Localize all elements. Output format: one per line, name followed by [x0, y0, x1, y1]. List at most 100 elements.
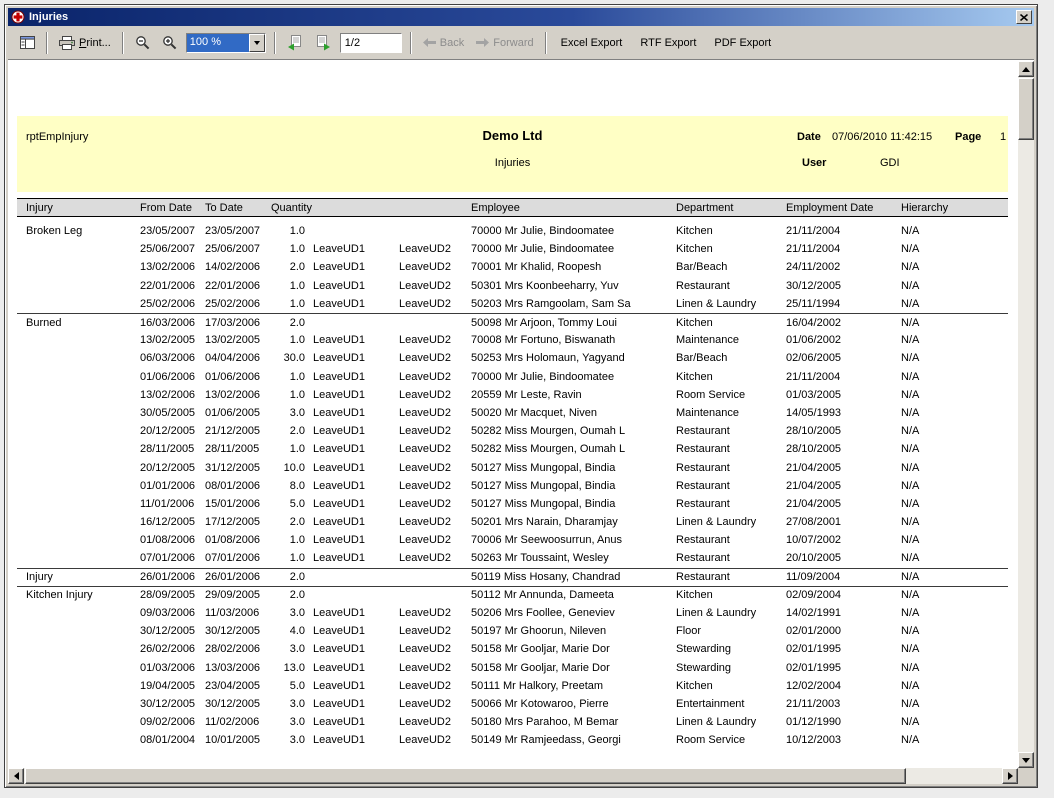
cell-hierarchy: N/A — [901, 734, 1008, 746]
horizontal-scroll-thumb[interactable] — [25, 768, 906, 784]
cell-employee: 50127 Miss Mungopal, Bindia — [471, 498, 676, 510]
page-label: Page — [955, 131, 981, 143]
cell-quantity: 3.0 — [271, 643, 313, 655]
cell-leave-ud2: LeaveUD2 — [399, 698, 471, 710]
vertical-scroll-thumb[interactable] — [1018, 78, 1034, 140]
cell-employee: 50263 Mr Toussaint, Wesley — [471, 552, 676, 564]
cell-injury: Burned — [26, 317, 140, 329]
group-tree-button[interactable] — [15, 31, 40, 55]
cell-from-date: 25/02/2006 — [140, 298, 205, 310]
prev-page-button[interactable] — [282, 31, 308, 55]
cell-department: Linen & Laundry — [676, 298, 786, 310]
table-row: 30/12/200530/12/20054.0LeaveUD1LeaveUD25… — [17, 622, 1008, 640]
table-row: 22/01/200622/01/20061.0LeaveUD1LeaveUD25… — [17, 277, 1008, 295]
cell-to-date: 11/03/2006 — [205, 607, 271, 619]
cell-employment-date: 21/04/2005 — [786, 462, 901, 474]
cell-employee: 50158 Mr Gooljar, Marie Dor — [471, 643, 676, 655]
zoom-in-button[interactable] — [157, 31, 182, 55]
table-row: 25/06/200725/06/20071.0LeaveUD1LeaveUD27… — [17, 240, 1008, 258]
cell-leave-ud2: LeaveUD2 — [399, 407, 471, 419]
scroll-left-button[interactable] — [8, 768, 24, 784]
cell-from-date: 26/01/2006 — [140, 571, 205, 583]
excel-export-button[interactable]: Excel Export — [553, 31, 631, 55]
report-subtitle: Injuries — [17, 157, 1008, 169]
cell-department: Restaurant — [676, 443, 786, 455]
page-indicator-input[interactable] — [340, 33, 402, 53]
cell-leave-ud1: LeaveUD1 — [313, 534, 399, 546]
next-page-button[interactable] — [310, 31, 336, 55]
arrow-right-icon — [1008, 772, 1013, 780]
cell-department: Restaurant — [676, 552, 786, 564]
cell-from-date: 07/01/2006 — [140, 552, 205, 564]
cell-employment-date: 20/10/2005 — [786, 552, 901, 564]
cell-leave-ud1: LeaveUD1 — [313, 607, 399, 619]
cell-to-date: 30/12/2005 — [205, 698, 271, 710]
close-button[interactable] — [1016, 10, 1032, 24]
cell-quantity: 1.0 — [271, 334, 313, 346]
cell-from-date: 20/12/2005 — [140, 462, 205, 474]
cell-employment-date: 02/01/2000 — [786, 625, 901, 637]
scroll-down-button[interactable] — [1018, 752, 1034, 768]
cell-leave-ud2: LeaveUD2 — [399, 425, 471, 437]
cell-hierarchy: N/A — [901, 480, 1008, 492]
zoom-out-button[interactable] — [130, 31, 155, 55]
cell-employment-date: 02/06/2005 — [786, 352, 901, 364]
cell-quantity: 13.0 — [271, 662, 313, 674]
chevron-down-icon — [254, 41, 260, 45]
cell-quantity: 5.0 — [271, 498, 313, 510]
zoom-dropdown-button[interactable] — [249, 34, 265, 52]
cell-hierarchy: N/A — [901, 389, 1008, 401]
cell-leave-ud2: LeaveUD2 — [399, 371, 471, 383]
cell-department: Linen & Laundry — [676, 716, 786, 728]
cell-from-date: 22/01/2006 — [140, 280, 205, 292]
cell-to-date: 29/09/2005 — [205, 589, 271, 601]
scroll-right-button[interactable] — [1002, 768, 1018, 784]
table-row: 09/03/200611/03/20063.0LeaveUD1LeaveUD25… — [17, 604, 1008, 622]
cell-from-date: 09/02/2006 — [140, 716, 205, 728]
cell-from-date: 19/04/2005 — [140, 680, 205, 692]
rtf-export-button[interactable]: RTF Export — [632, 31, 704, 55]
cell-department: Maintenance — [676, 334, 786, 346]
cell-employment-date: 11/09/2004 — [786, 571, 901, 583]
horizontal-scrollbar[interactable] — [8, 768, 1018, 784]
print-button[interactable]: Print... — [54, 31, 116, 55]
cell-department: Restaurant — [676, 462, 786, 474]
cell-hierarchy: N/A — [901, 516, 1008, 528]
zoom-select[interactable]: 100 % — [186, 33, 266, 53]
cell-quantity: 1.0 — [271, 371, 313, 383]
table-row: Kitchen Injury28/09/200529/09/20052.0501… — [17, 586, 1008, 604]
cell-leave-ud1: LeaveUD1 — [313, 734, 399, 746]
cell-hierarchy: N/A — [901, 298, 1008, 310]
cell-quantity: 3.0 — [271, 698, 313, 710]
title-bar[interactable]: Injuries — [8, 8, 1034, 26]
app-icon — [10, 10, 26, 24]
pdf-export-button[interactable]: PDF Export — [706, 31, 779, 55]
cell-from-date: 01/06/2006 — [140, 371, 205, 383]
cell-hierarchy: N/A — [901, 534, 1008, 546]
report-page: rptEmpInjury Demo Ltd Injuries Date 07/0… — [17, 116, 1008, 749]
cell-hierarchy: N/A — [901, 280, 1008, 292]
scroll-up-button[interactable] — [1018, 61, 1034, 77]
back-button[interactable]: Back — [418, 31, 469, 55]
cell-employment-date: 21/11/2004 — [786, 243, 901, 255]
cell-employee: 70008 Mr Fortuno, Biswanath — [471, 334, 676, 346]
cell-hierarchy: N/A — [901, 571, 1008, 583]
cell-employment-date: 10/12/2003 — [786, 734, 901, 746]
cell-from-date: 13/02/2006 — [140, 261, 205, 273]
cell-leave-ud2: LeaveUD2 — [399, 498, 471, 510]
cell-quantity: 2.0 — [271, 425, 313, 437]
cell-leave-ud1: LeaveUD1 — [313, 298, 399, 310]
cell-quantity: 1.0 — [271, 443, 313, 455]
table-row: 20/12/200521/12/20052.0LeaveUD1LeaveUD25… — [17, 422, 1008, 440]
forward-button[interactable]: Forward — [471, 31, 538, 55]
cell-department: Restaurant — [676, 425, 786, 437]
cell-to-date: 17/12/2005 — [205, 516, 271, 528]
cell-leave-ud2: LeaveUD2 — [399, 552, 471, 564]
cell-from-date: 16/12/2005 — [140, 516, 205, 528]
cell-from-date: 28/09/2005 — [140, 589, 205, 601]
toolbar-separator — [122, 32, 124, 54]
vertical-scrollbar[interactable] — [1018, 61, 1034, 768]
table-row: 30/12/200530/12/20053.0LeaveUD1LeaveUD25… — [17, 695, 1008, 713]
cell-quantity: 1.0 — [271, 298, 313, 310]
cell-department: Restaurant — [676, 280, 786, 292]
